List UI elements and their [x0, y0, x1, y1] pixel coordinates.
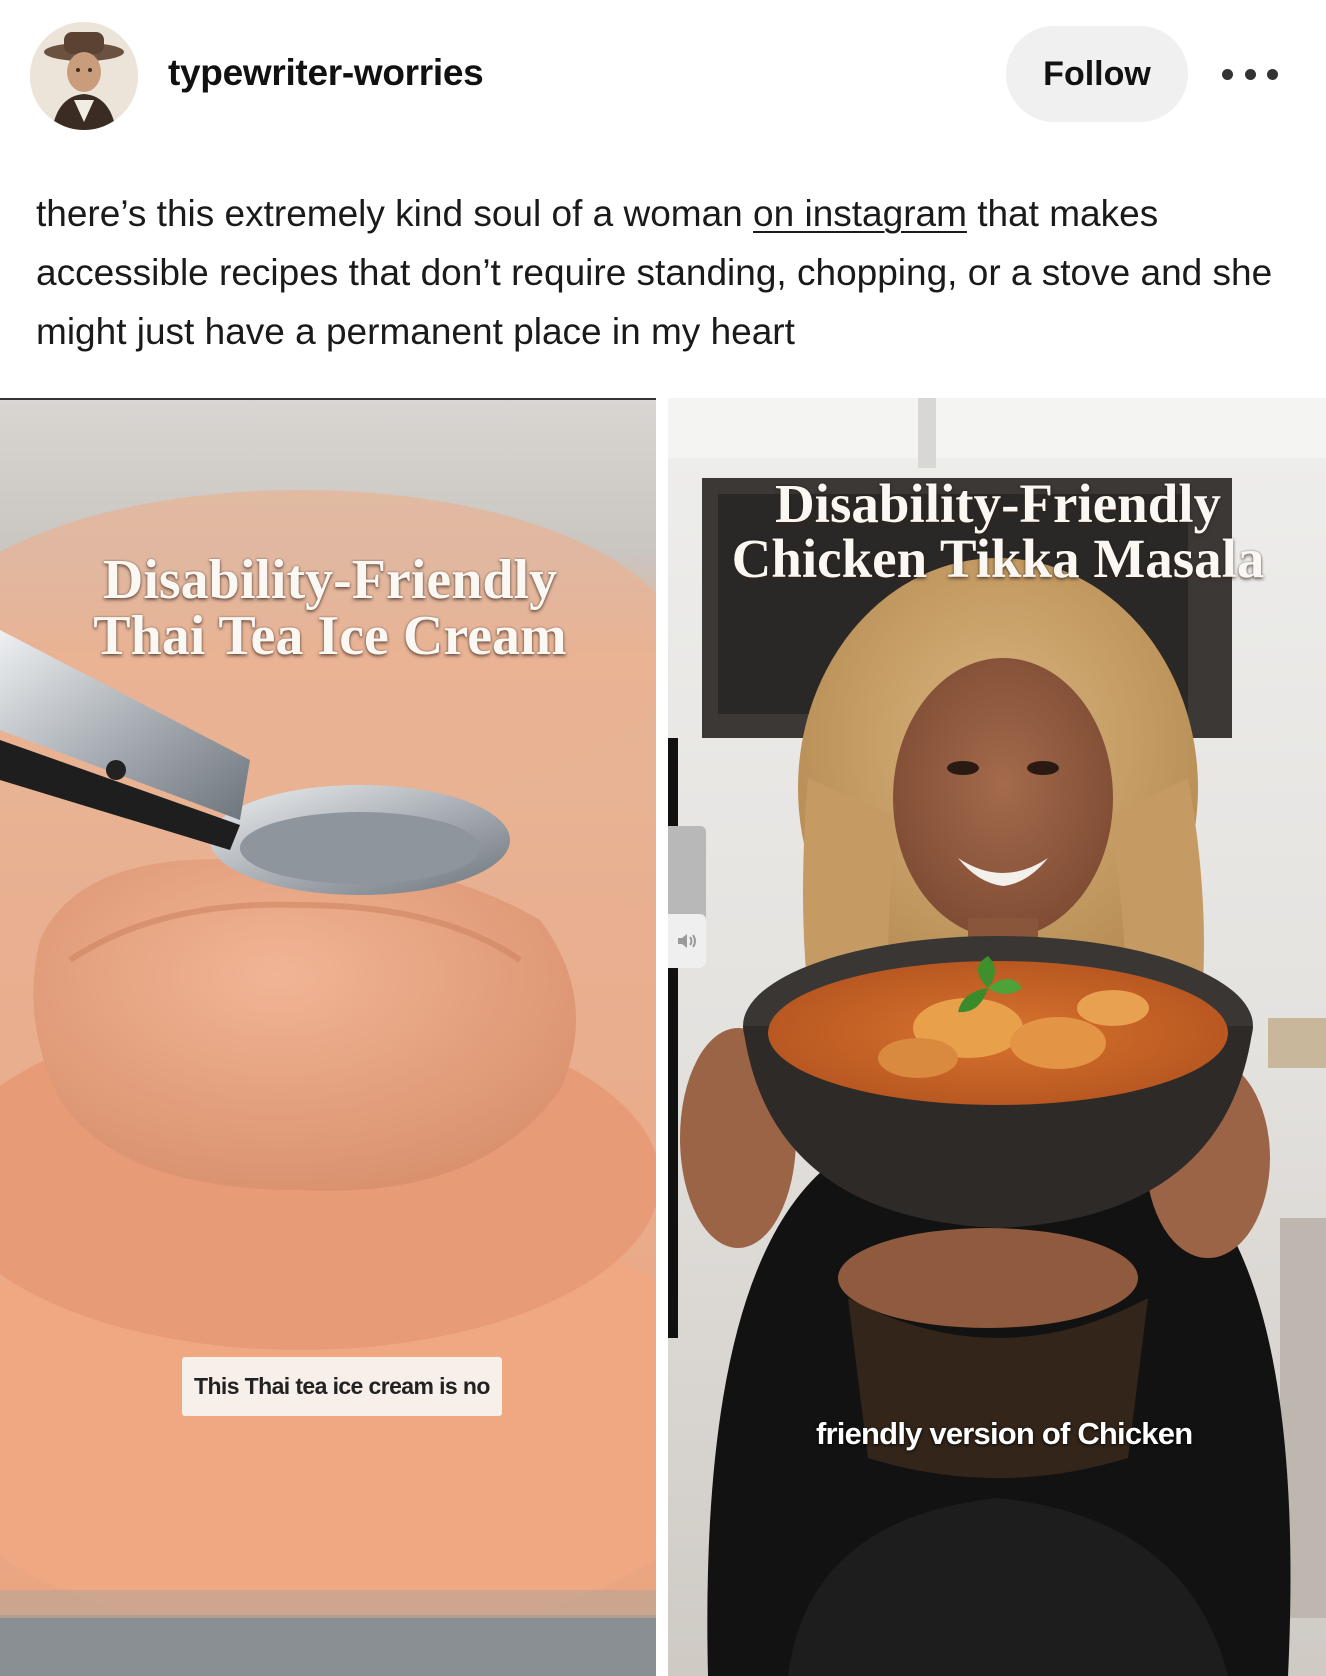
avatar-portrait-icon: [30, 22, 138, 130]
thai-tea-title-line2: Thai Tea Ice Cream: [93, 605, 567, 667]
tikka-masala-caption: friendly version of Chicken: [816, 1416, 1193, 1451]
thai-tea-caption: This Thai tea ice cream is no: [182, 1357, 502, 1416]
more-dot: [1267, 68, 1278, 80]
username[interactable]: typewriter-worries: [168, 52, 484, 94]
tikka-masala-title: Disability-Friendly Chicken Tikka Masala: [678, 476, 1318, 586]
more-options-button[interactable]: [1222, 56, 1278, 92]
media-chicken-tikka-masala[interactable]: Disability-Friendly Chicken Tikka Masala …: [668, 398, 1326, 1676]
follow-button[interactable]: Follow: [1006, 26, 1188, 122]
avatar[interactable]: [30, 22, 138, 130]
tikka-masala-title-line2: Chicken Tikka Masala: [731, 528, 1265, 589]
volume-icon: [678, 934, 696, 948]
more-dot: [1244, 68, 1256, 80]
more-dots-icon: [1222, 68, 1233, 80]
instagram-link[interactable]: on instagram: [753, 193, 967, 234]
post-body: there’s this extremely kind soul of a wo…: [36, 184, 1296, 361]
tikka-masala-title-line1: Disability-Friendly: [774, 473, 1222, 534]
post-text-before-link: there’s this extremely kind soul of a wo…: [36, 193, 754, 234]
post-header: typewriter-worries Follow: [0, 0, 1326, 150]
volume-button[interactable]: [668, 914, 706, 968]
thai-tea-title: Disability-Friendly Thai Tea Ice Cream: [40, 552, 620, 664]
thai-tea-title-line1: Disability-Friendly: [102, 549, 558, 611]
tikka-masala-photo: [668, 398, 1326, 1676]
media-thai-tea-ice-cream[interactable]: Disability-Friendly Thai Tea Ice Cream Th…: [0, 398, 656, 1676]
